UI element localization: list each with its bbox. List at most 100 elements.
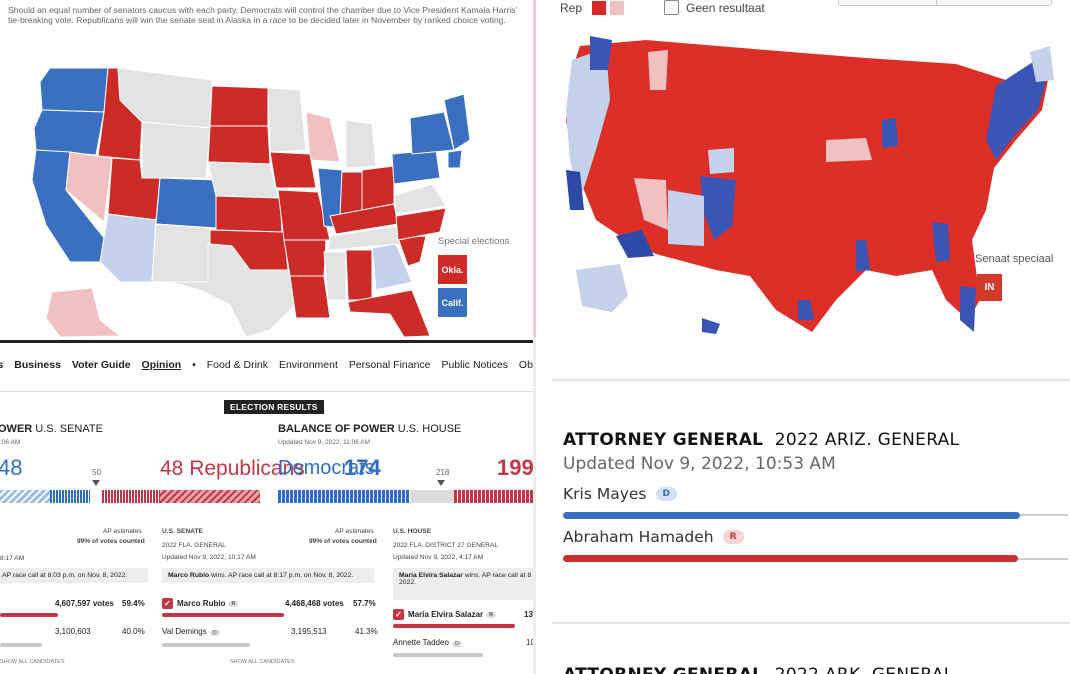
state-ar — [283, 239, 327, 277]
card1-ap: AP estimates — [103, 528, 142, 535]
card3-call: Maria Elvira Salazar wins. AP race call … — [393, 568, 533, 600]
winner-check-icon: ✓ — [162, 598, 173, 609]
nav-item-environment[interactable]: Environment — [279, 359, 338, 371]
nav-item-business[interactable]: Business — [14, 359, 61, 371]
state-in — [339, 171, 363, 217]
state-wi — [305, 111, 341, 163]
card1-r1-pct: 59.4% — [122, 599, 145, 608]
card2-c2: Val Demings D — [162, 627, 220, 636]
card2-c1-votes: 4,468,468 votes — [285, 599, 344, 608]
calif-special-badge: Calif. — [438, 288, 467, 317]
card1-r2-bar — [0, 643, 42, 647]
state-ks — [215, 195, 283, 233]
great-lakes-pink — [826, 138, 872, 162]
alaska — [576, 264, 628, 312]
winner-check-icon-2: ✓ — [393, 609, 404, 620]
state-la — [289, 275, 331, 319]
senate-rep-bar — [102, 490, 160, 503]
card2-c1: ✓ Marco Rubio R — [162, 598, 239, 609]
card3-c2-bar — [393, 653, 483, 657]
house-dem-count: 174 — [344, 455, 381, 480]
house-rep-count: 199 — [497, 455, 533, 480]
party-badge-d: D — [655, 487, 677, 501]
card2-c1-pct: 57.7% — [353, 599, 376, 608]
election-results-label: ELECTION RESULTS — [224, 400, 324, 414]
state-nd — [209, 85, 269, 127]
state-mn — [267, 87, 307, 153]
okla-special-badge: Okla. — [438, 255, 467, 284]
nav-item-ts[interactable]: ts — [0, 359, 3, 371]
race1-c2-bar — [563, 555, 1018, 562]
state-oh — [361, 165, 395, 211]
card3-c2-votes: 10 — [526, 638, 533, 647]
nav-item-personal-finance[interactable]: Personal Finance — [349, 359, 431, 371]
race1-candidate-2: Abraham Hamadeh R — [563, 528, 744, 546]
nav-separator: • — [192, 359, 196, 371]
state-or — [33, 109, 105, 156]
card3-c1: ✓ Maria Elvira Salazar R — [393, 609, 497, 620]
county-map-panel: Rep Geen resultaat Senaat speciaal IN — [536, 0, 1070, 337]
card3-c1-votes: 13 — [524, 610, 533, 619]
co-blue — [708, 148, 734, 174]
nav-links: ts Business Voter Guide Opinion • Food &… — [0, 359, 533, 371]
senate-special-label: Senaat speciaal — [975, 253, 1054, 265]
card3-sub: 2022 FLA. DISTRICT 27 GENERAL — [393, 542, 499, 549]
house-dem-bar — [278, 490, 410, 503]
hawaii — [702, 318, 720, 334]
race1-c1-bar — [563, 512, 1020, 519]
card2-counted: 99% of votes counted — [309, 538, 377, 545]
florida-blue — [960, 286, 976, 332]
card2-c1-bar — [162, 613, 284, 617]
nav-item-obituaries[interactable]: Obituari — [519, 359, 533, 371]
house-majority-marker — [437, 480, 445, 486]
state-az — [99, 213, 157, 283]
nav-bar: ts Business Voter Guide Opinion • Food &… — [0, 340, 533, 395]
race1-title: ATTORNEY GENERAL 2022 ARIZ. GENERAL — [563, 430, 960, 450]
divider-top — [552, 379, 1070, 381]
state-al — [345, 249, 373, 301]
senate-map — [31, 67, 471, 337]
card1-call: AP race call at 8:03 p.m. on Nov. 8, 202… — [0, 568, 148, 583]
card2-c2-bar — [162, 643, 250, 647]
attorney-general-panel: ATTORNEY GENERAL 2022 ARIZ. GENERAL Upda… — [536, 340, 1070, 674]
state-wy — [141, 121, 211, 179]
id-pink — [648, 50, 668, 90]
race1-candidate-1: Kris Mayes D — [563, 485, 677, 503]
house-balance-title: BALANCE OF POWER U.S. HOUSE — [278, 423, 462, 435]
state-pa — [391, 149, 441, 185]
senate-majority-marker — [92, 480, 100, 486]
nav-item-food-drink[interactable]: Food & Drink — [207, 359, 268, 371]
results-panel: ts Business Voter Guide Opinion • Food &… — [0, 340, 533, 674]
card1-r1-bar — [0, 613, 58, 617]
card1-show-all[interactable]: SHOW ALL CANDIDATES — [0, 659, 65, 665]
card3-c1-bar — [393, 624, 515, 628]
state-ak — [45, 287, 122, 337]
state-co — [155, 177, 219, 229]
card2-c2-pct: 41.3% — [355, 627, 378, 636]
nav-item-opinion[interactable]: Opinion — [142, 359, 182, 371]
state-wa — [39, 67, 109, 113]
nav-item-voter-guide[interactable]: Voter Guide — [72, 359, 131, 371]
divider-middle — [552, 622, 1070, 624]
card2-show-all[interactable]: SHOW ALL CANDIDATES — [230, 659, 295, 665]
state-nm — [151, 223, 211, 283]
card2-c2-votes: 3,195,513 — [291, 627, 327, 636]
card1-r2-votes: 3,100,603 — [55, 627, 91, 636]
az-lightblue — [668, 190, 704, 246]
senate-updated: :06 AM — [0, 439, 21, 446]
senate-dem-count: 48 — [0, 455, 23, 480]
party-badge-r: R — [722, 530, 744, 544]
state-ne — [207, 161, 279, 199]
card2-sub: 2022 FLA. GENERAL — [162, 542, 226, 549]
senate-balance-title: OWER U.S. SENATE — [0, 423, 103, 435]
card1-r2-pct: 40.0% — [122, 627, 145, 636]
state-sd — [207, 125, 271, 165]
card2-updated: Updated Nov 9, 2022, 10:17 AM — [162, 554, 256, 561]
card1-counted: 99% of votes counted — [77, 538, 145, 545]
card2-head: U.S. SENATE — [162, 528, 203, 535]
race2-title: ATTORNEY GENERAL 2022 ARK. GENERAL — [563, 665, 954, 674]
card2-call: Marco Rubio wins. AP race call at 8:17 p… — [162, 568, 374, 583]
nav-item-public-notices[interactable]: Public Notices — [441, 359, 508, 371]
card1-updated: 8:17 AM — [0, 555, 25, 562]
special-elections-label: Special elections — [438, 236, 510, 247]
